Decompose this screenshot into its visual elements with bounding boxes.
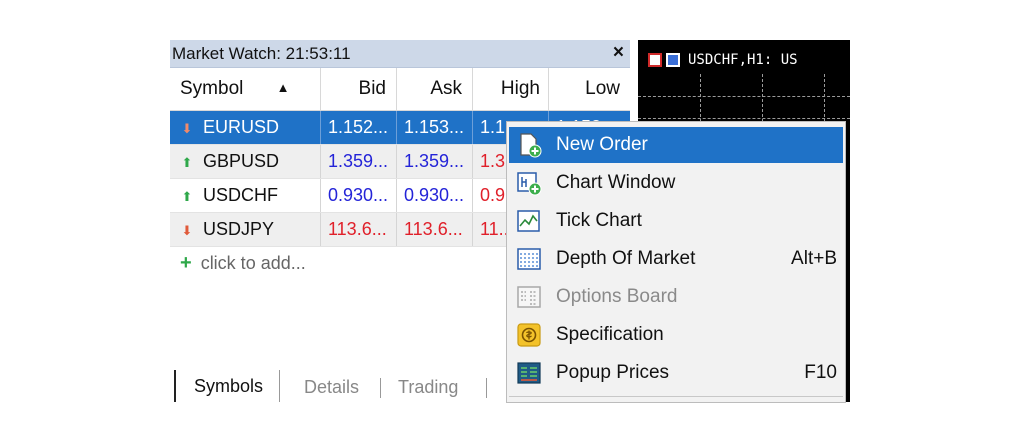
grid-line [638, 96, 850, 97]
column-header-label: Symbol [180, 78, 244, 99]
tick-chart-icon [517, 210, 540, 232]
menu-item-label: Popup Prices [556, 362, 670, 383]
plus-icon: + [180, 252, 192, 274]
symbol-name: USDCHF [203, 185, 278, 205]
symbol-name: USDJPY [203, 219, 275, 239]
market-watch-title: Market Watch: 21:53:11 [172, 44, 351, 63]
column-header-high[interactable]: High [473, 68, 549, 110]
column-header-label: High [500, 78, 540, 99]
ask-cell: 1.359... [397, 145, 473, 178]
column-header-label: Low [585, 78, 620, 99]
chart-title: USDCHF,H1: US [688, 52, 798, 68]
ask-cell: 113.6... [397, 213, 473, 246]
column-header-label: Bid [358, 78, 386, 99]
market-watch-header: Symbol ▲ Bid Ask High Low [170, 68, 630, 111]
menu-item-specification[interactable]: Specification [509, 317, 843, 353]
depth-of-market-icon [517, 248, 541, 270]
symbol-cell: ⬇ EURUSD [170, 111, 321, 144]
ask-cell: 1.153... [397, 111, 473, 144]
menu-item-chart-window[interactable]: Chart Window [509, 165, 843, 201]
column-header-low[interactable]: Low [549, 68, 630, 110]
menu-item-options-board[interactable]: Options Board [509, 279, 843, 315]
menu-item-popup-prices[interactable]: Popup Prices F10 [509, 355, 843, 391]
chart-window-icon [648, 53, 662, 67]
arrow-down-icon: ⬇ [181, 121, 193, 136]
symbol-cell: ⬇ USDJPY [170, 213, 321, 246]
menu-item-shortcut: Alt+B [791, 248, 837, 269]
menu-item-tick-chart[interactable]: Tick Chart [509, 203, 843, 239]
specification-icon [517, 323, 541, 347]
menu-item-shortcut: F10 [804, 362, 837, 383]
menu-item-label: Tick Chart [556, 210, 642, 231]
tab-symbols[interactable]: Symbols [174, 370, 281, 402]
bid-cell: 113.6... [321, 213, 397, 246]
options-board-icon [517, 286, 541, 308]
arrow-down-icon: ⬇ [181, 223, 193, 238]
click-to-add-label: click to add... [200, 253, 306, 273]
tab-divider [380, 378, 381, 398]
menu-separator [509, 396, 843, 397]
symbol-name: EURUSD [203, 117, 280, 137]
arrow-up-icon: ⬆ [181, 155, 193, 170]
symbol-name: GBPUSD [203, 151, 280, 171]
menu-item-depth-of-market[interactable]: Depth Of Market Alt+B [509, 241, 843, 277]
menu-item-label: Specification [556, 324, 664, 345]
chart-symbol-icon [666, 53, 680, 67]
chart-window-icon [517, 172, 542, 196]
menu-item-label: New Order [556, 134, 648, 155]
market-watch-titlebar[interactable]: Market Watch: 21:53:11 × [170, 40, 630, 68]
new-order-icon [520, 133, 542, 158]
menu-item-label: Chart Window [556, 172, 676, 193]
ask-cell: 0.930... [397, 179, 473, 212]
arrow-up-icon: ⬆ [181, 189, 193, 204]
click-to-add-row[interactable]: + click to add... [180, 252, 306, 275]
tab-trading[interactable]: Trading [398, 372, 458, 402]
bid-cell: 1.152... [321, 111, 397, 144]
bid-cell: 0.930... [321, 179, 397, 212]
bid-cell: 1.359... [321, 145, 397, 178]
grid-line [638, 118, 850, 119]
column-header-label: Ask [430, 78, 462, 99]
menu-item-label: Depth Of Market [556, 248, 696, 269]
menu-item-label: Options Board [556, 286, 678, 307]
sort-ascending-icon: ▲ [276, 80, 290, 95]
column-header-symbol[interactable]: Symbol ▲ [170, 68, 321, 110]
context-menu: New Order Chart Window Tick Chart Depth … [506, 121, 846, 403]
market-watch-tabs: Symbols Details Trading [170, 370, 510, 402]
popup-prices-icon [517, 362, 541, 384]
tab-divider [486, 378, 487, 398]
symbol-cell: ⬆ USDCHF [170, 179, 321, 212]
column-header-ask[interactable]: Ask [397, 68, 473, 110]
symbol-cell: ⬆ GBPUSD [170, 145, 321, 178]
close-icon[interactable]: × [613, 42, 624, 64]
column-header-bid[interactable]: Bid [321, 68, 397, 110]
tab-details[interactable]: Details [304, 372, 359, 402]
menu-item-new-order[interactable]: New Order [509, 127, 843, 163]
